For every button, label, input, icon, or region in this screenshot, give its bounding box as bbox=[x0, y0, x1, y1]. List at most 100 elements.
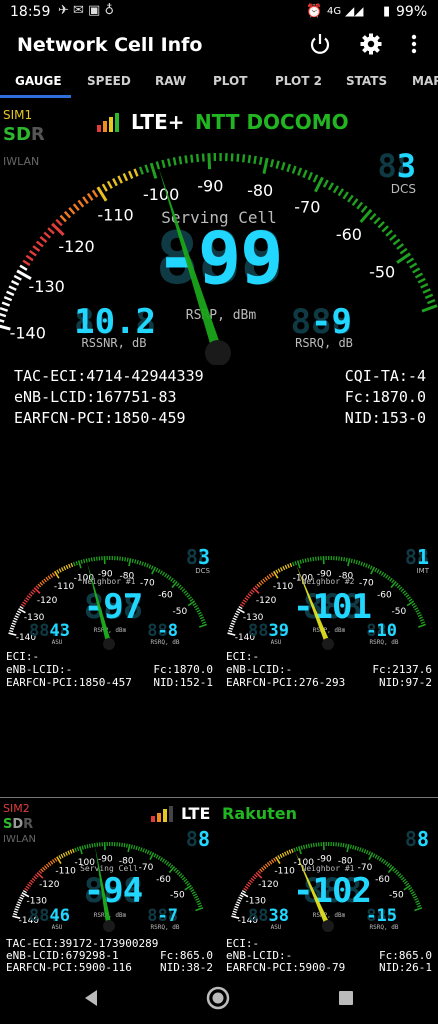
gauge-tick bbox=[303, 844, 306, 850]
gauge-tick bbox=[249, 591, 254, 595]
home-icon[interactable] bbox=[206, 986, 230, 1010]
gauge-tick bbox=[296, 560, 301, 569]
gauge-tick bbox=[181, 588, 186, 593]
gauge-tick bbox=[395, 582, 399, 587]
gauge-hub bbox=[322, 638, 334, 650]
tab-map[interactable]: MAP bbox=[412, 74, 438, 88]
gauge-tick bbox=[140, 847, 143, 852]
status-time: 18:59 bbox=[10, 4, 51, 20]
gauge-tick bbox=[51, 572, 56, 577]
gauge-tick bbox=[40, 868, 44, 873]
gauge-tick bbox=[42, 866, 46, 871]
gauge-corner-value: 1 bbox=[417, 545, 429, 569]
power-icon[interactable] bbox=[308, 32, 332, 56]
gauge-tick bbox=[305, 844, 308, 849]
gauge-tick bbox=[159, 570, 163, 575]
gauge-right-value: -8 bbox=[158, 621, 178, 641]
gauge-tick bbox=[186, 594, 191, 598]
tab-stats[interactable]: STATS bbox=[346, 74, 387, 88]
gauge-tick bbox=[391, 579, 395, 584]
gauge-tick bbox=[246, 883, 251, 888]
gauge-tick bbox=[345, 557, 348, 562]
gauge-tick bbox=[146, 850, 150, 855]
gauge-tick bbox=[173, 867, 177, 872]
gauge-tick bbox=[138, 560, 142, 565]
gauge-tick-label: -120 bbox=[58, 237, 94, 256]
signal-bars-icon bbox=[97, 113, 119, 132]
gauge-value: -97 bbox=[84, 587, 142, 627]
gauge-tick-label: -120 bbox=[39, 880, 60, 890]
gauge-tick bbox=[385, 574, 389, 579]
notification-icons: ✈ ✉ ▣ ♁ bbox=[58, 3, 114, 18]
tab-raw[interactable]: RAW bbox=[155, 74, 186, 88]
gauge-tick bbox=[201, 621, 207, 625]
gauge-tick bbox=[179, 586, 184, 591]
gauge-tick bbox=[365, 563, 368, 568]
gauge-tick bbox=[41, 580, 45, 585]
sim2-serving-info: TAC-ECI:39172-173900289 eNB-LCID:679298-… bbox=[6, 938, 213, 974]
gauge-tick bbox=[392, 238, 401, 246]
tab-gauge[interactable]: GAUGE bbox=[15, 74, 62, 88]
enb-lcid: eNB-LCID:167751-83 bbox=[14, 388, 177, 406]
nb2-nid: NID:97-2 bbox=[379, 676, 432, 689]
gauge-tick bbox=[163, 859, 168, 864]
gauge-tick bbox=[407, 596, 412, 600]
gauge-tick bbox=[28, 881, 33, 886]
gauge-tick bbox=[396, 584, 401, 589]
back-icon[interactable] bbox=[83, 989, 99, 1007]
gauge-tick bbox=[77, 560, 82, 569]
gauge-tick bbox=[20, 603, 25, 607]
gauge-tick bbox=[250, 877, 255, 882]
sim2-operator: Rakuten bbox=[222, 804, 298, 823]
gauge-tick bbox=[387, 576, 391, 581]
settings-gear-icon[interactable] bbox=[359, 32, 383, 56]
gauge-tick bbox=[424, 293, 434, 299]
gauge-tick-label: -80 bbox=[247, 181, 273, 200]
gauge-tick bbox=[13, 617, 18, 621]
gauge-tick bbox=[161, 159, 166, 169]
gauge-tick-label: -50 bbox=[170, 890, 185, 900]
gauge-value: -101 bbox=[293, 587, 371, 627]
gauge-tick-label: -50 bbox=[369, 262, 395, 281]
gauge-tick bbox=[22, 259, 31, 266]
gauge-tick bbox=[135, 845, 138, 851]
gauge-tick-label: -120 bbox=[256, 596, 277, 606]
gauge-tick bbox=[137, 846, 141, 851]
gauge-tick bbox=[342, 191, 349, 200]
tab-speed[interactable]: SPEED bbox=[87, 74, 131, 88]
gauge-tick bbox=[22, 601, 27, 605]
gauge-tick bbox=[69, 849, 73, 854]
gauge-tick bbox=[417, 614, 422, 618]
gauge-metric-label: RSRP, dBm bbox=[94, 627, 127, 634]
gauge-left-label: ASU bbox=[271, 924, 282, 931]
signal-icon: ◢◢ bbox=[345, 4, 364, 18]
gauge-tick bbox=[133, 845, 136, 850]
gauge-left-label: ASU bbox=[271, 639, 282, 646]
gauge-tick bbox=[177, 584, 182, 589]
gauge-tick-label: -60 bbox=[156, 875, 171, 885]
gauge-tick bbox=[26, 595, 31, 599]
gauge-tick bbox=[180, 874, 185, 879]
gauge-tick bbox=[420, 282, 429, 289]
tab-plot[interactable]: PLOT bbox=[213, 74, 247, 88]
recents-icon[interactable] bbox=[338, 990, 354, 1006]
gauge-tick bbox=[172, 157, 177, 166]
gauge-tick bbox=[388, 864, 393, 869]
gauge-corner-value: 3 bbox=[198, 545, 210, 569]
gauge-tick bbox=[85, 558, 88, 563]
gauge-tick bbox=[386, 862, 391, 867]
gauge-tick bbox=[47, 862, 52, 867]
gauge-tick bbox=[60, 567, 64, 572]
tab-plot2[interactable]: PLOT 2 bbox=[275, 74, 322, 88]
overflow-menu-icon[interactable] bbox=[407, 32, 421, 56]
gauge-tick bbox=[136, 560, 139, 565]
gauge-tick bbox=[184, 592, 189, 596]
gauge-tick bbox=[172, 579, 176, 584]
gauge-tick bbox=[189, 886, 194, 891]
navigation-bar bbox=[0, 972, 438, 1024]
gauge-tick bbox=[237, 898, 242, 902]
gauge-tick bbox=[37, 583, 42, 588]
gauge-tick bbox=[18, 898, 23, 902]
gauge-tick bbox=[253, 155, 257, 165]
gauge-tick bbox=[273, 857, 277, 862]
